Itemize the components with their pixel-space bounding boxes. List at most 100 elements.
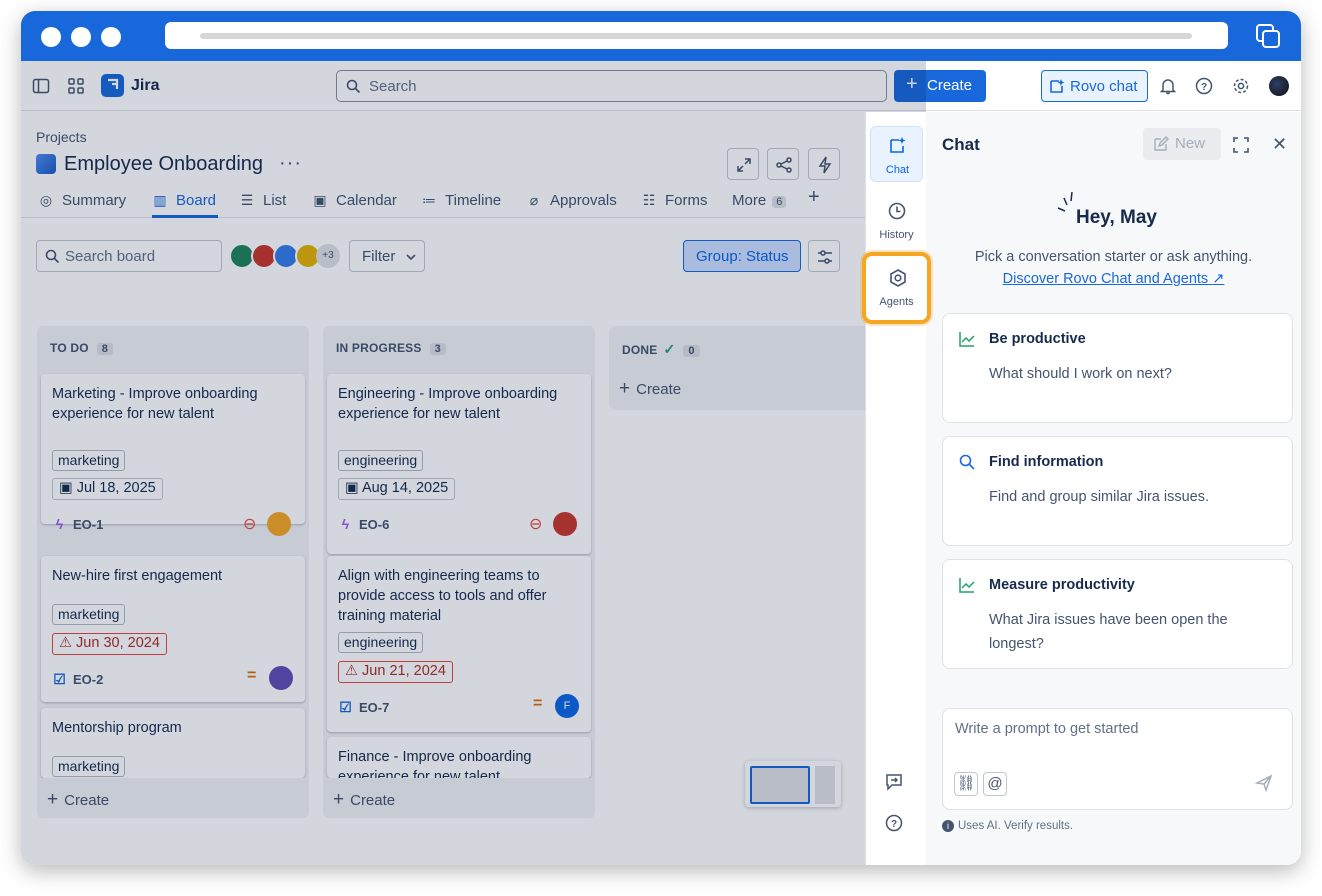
- trend-icon: [959, 578, 975, 593]
- browser-titlebar: [21, 11, 1301, 61]
- board-main: Projects Employee Onboarding ··· ◎ Summar…: [21, 112, 881, 865]
- card-label[interactable]: engineering: [338, 450, 424, 471]
- sliders-icon: [818, 250, 832, 264]
- conversation-starter[interactable]: Measure productivity What Jira issues ha…: [942, 559, 1293, 669]
- rail-agents-button[interactable]: Agents: [862, 252, 931, 324]
- sidebar-toggle-icon[interactable]: [32, 77, 50, 95]
- check-icon: ✓: [663, 341, 676, 357]
- column-todo: TO DO 8 Marketing - Improve onboarding ex…: [37, 326, 309, 818]
- notifications-bell-icon[interactable]: [1159, 77, 1177, 95]
- send-icon[interactable]: [1255, 774, 1273, 792]
- jira-logo-icon[interactable]: [101, 74, 124, 97]
- card-label[interactable]: marketing: [52, 604, 126, 625]
- app-switcher-icon[interactable]: [67, 77, 85, 95]
- rail-chat-button[interactable]: Chat: [870, 126, 923, 182]
- assignee-avatar[interactable]: [267, 512, 291, 536]
- due-date-text: Jul 18, 2025: [76, 480, 156, 496]
- calendar-icon: ▣: [59, 480, 77, 496]
- starter-heading: Measure productivity: [989, 577, 1135, 593]
- minimap-viewport[interactable]: [750, 766, 810, 804]
- close-panel-icon[interactable]: ✕: [1272, 134, 1287, 155]
- issue-key[interactable]: ϟ EO-1: [52, 516, 104, 532]
- expand-panel-icon[interactable]: [1232, 136, 1250, 154]
- tab-board[interactable]: ▥ Board: [152, 192, 216, 209]
- starter-prompt: Find and group similar Jira issues.: [989, 489, 1210, 505]
- tab-summary[interactable]: ◎ Summary: [38, 192, 126, 209]
- assignee-avatar[interactable]: [553, 512, 577, 536]
- issue-key[interactable]: ☑ EO-7: [338, 699, 389, 716]
- feedback-icon[interactable]: [884, 772, 904, 792]
- tab-timeline[interactable]: ≔ Timeline: [421, 192, 501, 209]
- issue-card[interactable]: Marketing - Improve onboarding experienc…: [41, 374, 305, 536]
- tab-list[interactable]: ☰ List: [239, 192, 287, 209]
- address-bar[interactable]: [165, 22, 1228, 49]
- new-chat-button[interactable]: New: [1143, 128, 1221, 160]
- issue-key[interactable]: ☑ EO-2: [52, 671, 103, 688]
- tab-label: Summary: [62, 192, 127, 209]
- group-by-button[interactable]: Group: Status: [683, 240, 801, 272]
- card-label[interactable]: marketing: [52, 756, 126, 777]
- assignee-avatar[interactable]: [269, 666, 293, 690]
- app-name[interactable]: Jira: [131, 77, 159, 95]
- settings-gear-icon[interactable]: [1232, 77, 1250, 95]
- create-issue-button[interactable]: + Create: [333, 789, 395, 811]
- clock-icon: [888, 202, 906, 220]
- profile-avatar[interactable]: [1269, 76, 1289, 96]
- card-label[interactable]: engineering: [338, 632, 424, 653]
- create-label: Create: [64, 792, 110, 809]
- rovo-chat-button[interactable]: Rovo chat: [1041, 70, 1148, 102]
- create-issue-button[interactable]: + Create: [619, 378, 681, 400]
- window-maximize-dot[interactable]: [101, 27, 121, 47]
- attach-link-icon[interactable]: ⛓: [954, 772, 978, 796]
- forms-icon: ☷: [642, 192, 656, 208]
- view-settings-button[interactable]: [808, 240, 840, 272]
- add-tab-button[interactable]: +: [808, 186, 820, 209]
- project-more-button[interactable]: ···: [279, 152, 302, 175]
- discover-link[interactable]: Discover Rovo Chat and Agents ↗: [926, 271, 1301, 287]
- rail-history-button[interactable]: History: [870, 192, 923, 248]
- conversation-starter[interactable]: Find information Find and group similar …: [942, 436, 1293, 546]
- automation-button[interactable]: [808, 148, 840, 180]
- issue-card[interactable]: Finance - Improve onboarding experience …: [327, 737, 591, 778]
- share-button[interactable]: [767, 148, 799, 180]
- more-avatars-badge[interactable]: +3: [316, 244, 340, 268]
- sparkle-lines-icon: [1057, 191, 1073, 212]
- column-title-text: IN PROGRESS: [336, 341, 422, 355]
- prompt-input[interactable]: Write a prompt to get started ⛓ @: [942, 708, 1293, 810]
- card-label[interactable]: marketing: [52, 450, 126, 471]
- global-search-input[interactable]: Search: [336, 70, 887, 102]
- trend-icon: [959, 332, 975, 347]
- paperclip-icon: ⌀: [529, 192, 539, 208]
- tab-calendar[interactable]: ▣ Calendar: [312, 192, 397, 209]
- help-icon[interactable]: ?: [884, 813, 904, 833]
- conversation-starter[interactable]: Be productive What should I work on next…: [942, 313, 1293, 423]
- issue-card[interactable]: New-hire first engagement marketing ⚠ Ju…: [41, 556, 305, 702]
- greeting: Hey, May: [1076, 207, 1157, 228]
- assignee-avatar[interactable]: F: [555, 694, 579, 718]
- create-issue-button[interactable]: + Create: [47, 789, 109, 811]
- rovo-chat-panel: Chat New ✕ Hey, May Pick a conversation …: [926, 112, 1301, 865]
- tab-more[interactable]: More 6: [732, 192, 787, 209]
- issue-card[interactable]: Mentorship program marketing: [41, 708, 305, 778]
- issue-card[interactable]: Align with engineering teams to provide …: [327, 556, 591, 732]
- board-minimap[interactable]: [745, 761, 841, 807]
- create-button[interactable]: + Create: [894, 70, 986, 102]
- issue-card[interactable]: Engineering - Improve onboarding experie…: [327, 374, 591, 554]
- window-minimize-dot[interactable]: [71, 27, 91, 47]
- help-icon[interactable]: ?: [1195, 77, 1213, 95]
- issue-key[interactable]: ϟ EO-6: [338, 516, 390, 532]
- tab-approvals[interactable]: ⌀ Approvals: [526, 192, 617, 209]
- fullscreen-button[interactable]: [727, 148, 759, 180]
- share-icon: [776, 157, 792, 173]
- tabs-icon[interactable]: [1255, 23, 1281, 49]
- filter-button[interactable]: Filter: [349, 240, 425, 272]
- due-date-overdue: ⚠ Jun 21, 2024: [338, 661, 453, 683]
- window-close-dot[interactable]: [41, 27, 61, 47]
- chat-title: Chat: [942, 135, 980, 154]
- mention-icon[interactable]: @: [983, 772, 1007, 796]
- tab-forms[interactable]: ☷ Forms: [641, 192, 708, 209]
- priority-medium-icon: =: [533, 695, 543, 712]
- priority-blocker-icon: ⊖: [243, 516, 257, 533]
- board-search-input[interactable]: Search board: [36, 240, 222, 272]
- breadcrumb[interactable]: Projects: [36, 129, 87, 145]
